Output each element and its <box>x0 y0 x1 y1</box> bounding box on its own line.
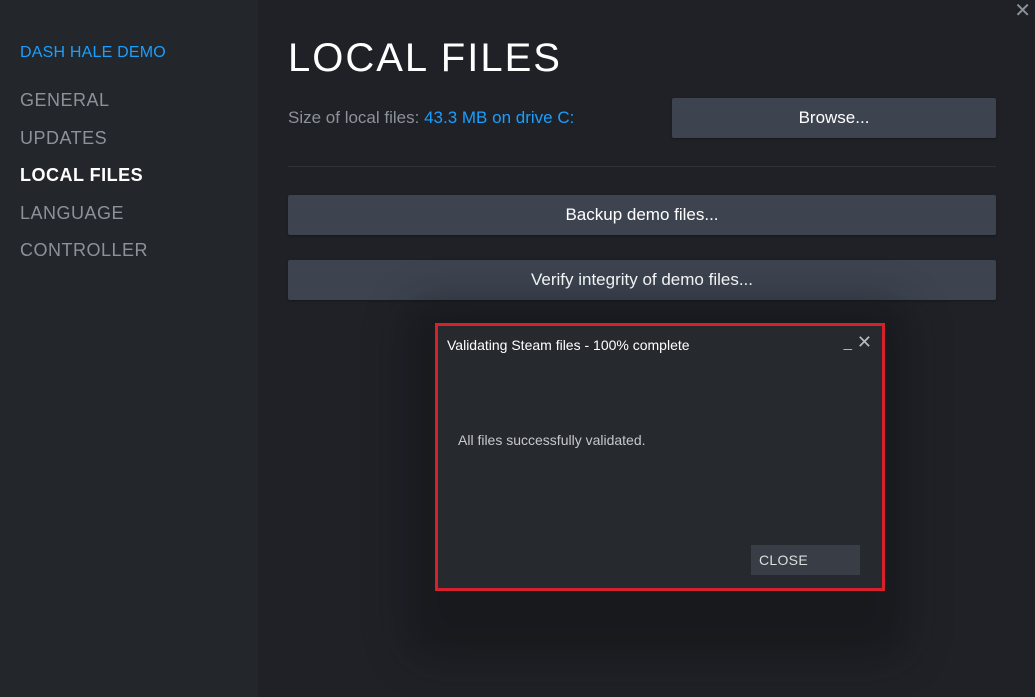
game-title: DASH HALE DEMO <box>20 44 166 61</box>
size-value-link[interactable]: 43.3 MB on drive C: <box>424 108 574 127</box>
local-files-size: Size of local files: 43.3 MB on drive C: <box>288 108 574 128</box>
sidebar-item-general[interactable]: GENERAL <box>20 90 110 111</box>
sidebar-item-local-files[interactable]: LOCAL FILES <box>20 165 143 186</box>
size-label: Size of local files: <box>288 108 420 127</box>
sidebar-item-controller[interactable]: CONTROLLER <box>20 240 148 261</box>
dialog-close-icon[interactable]: ✕ <box>857 332 872 353</box>
minimize-icon[interactable]: _ <box>844 334 852 351</box>
browse-button[interactable]: Browse... <box>672 98 996 138</box>
sidebar-item-updates[interactable]: UPDATES <box>20 128 107 149</box>
validation-dialog: Validating Steam files - 100% complete _… <box>435 323 885 591</box>
dialog-close-button[interactable]: CLOSE <box>751 545 860 575</box>
window-close-icon[interactable]: ✕ <box>1014 0 1031 23</box>
sidebar: DASH HALE DEMO GENERAL UPDATES LOCAL FIL… <box>0 0 258 697</box>
sidebar-item-language[interactable]: LANGUAGE <box>20 203 124 224</box>
divider <box>288 166 996 167</box>
dialog-title: Validating Steam files - 100% complete <box>447 337 690 353</box>
page-title: LOCAL FILES <box>288 36 562 80</box>
dialog-message: All files successfully validated. <box>458 432 646 448</box>
verify-integrity-button[interactable]: Verify integrity of demo files... <box>288 260 996 300</box>
backup-files-button[interactable]: Backup demo files... <box>288 195 996 235</box>
